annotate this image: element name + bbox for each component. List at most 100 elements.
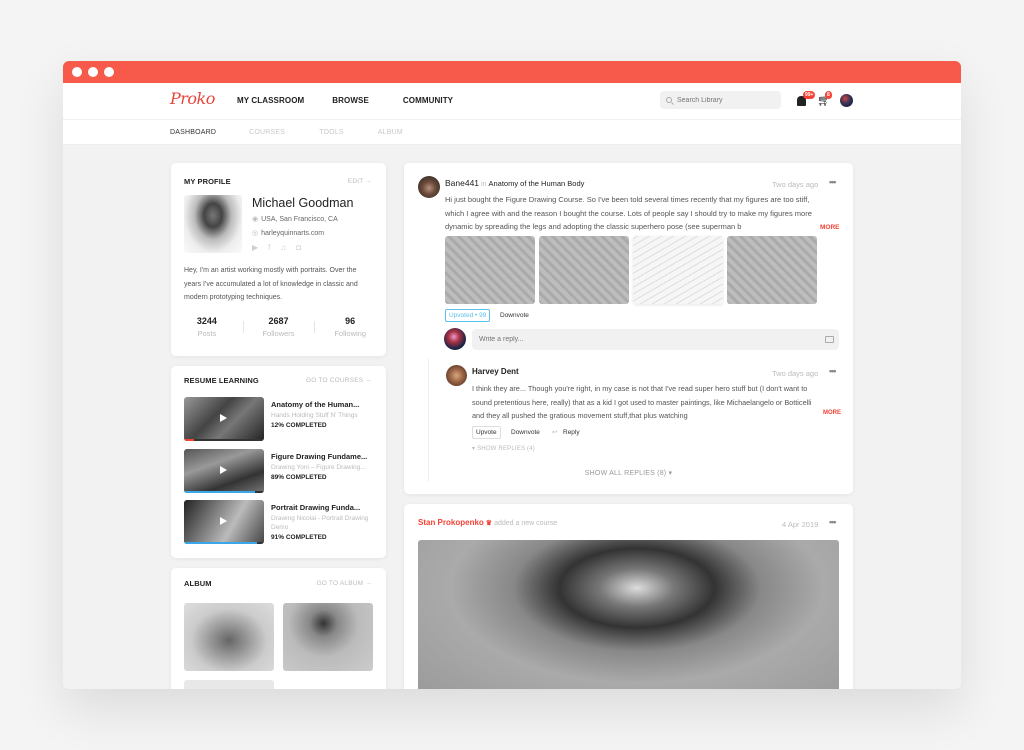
tab-tools[interactable]: TOOLS — [319, 129, 344, 136]
post-time: Two days ago — [772, 180, 819, 189]
tab-courses[interactable]: COURSES — [249, 129, 285, 136]
comment-time: Two days ago — [772, 369, 819, 378]
resume-learning-card: RESUME LEARNING GO TO COURSES → Anatomy … — [171, 366, 386, 558]
post-header: Stan Prokopenko ♛ added a new course — [418, 518, 557, 527]
course-item[interactable]: Portrait Drawing Funda... Drawing Nicola… — [184, 500, 374, 544]
comment-more-link[interactable]: MORE — [823, 410, 841, 416]
post-author[interactable]: Stan Prokopenko — [418, 518, 484, 527]
course-lesson: Drawing Nicolai - Portrait Drawing Demo — [271, 515, 369, 531]
profile-stats: 3244 Posts 2687 Followers 96 Following — [171, 316, 386, 338]
comment-author[interactable]: Harvey Dent — [472, 367, 519, 376]
album-title: ALBUM — [184, 579, 212, 588]
stat-label: Followers — [262, 329, 295, 338]
course-title[interactable]: Figure Drawing Fundame... — [271, 452, 367, 461]
stat-followers[interactable]: 2687 Followers — [242, 316, 315, 338]
user-avatar[interactable] — [840, 94, 853, 107]
stat-value: 2687 — [268, 316, 289, 326]
nav-community[interactable]: COMMUNITY — [403, 96, 453, 105]
progress-track — [184, 439, 264, 441]
tab-dashboard[interactable]: DASHBOARD — [170, 129, 216, 136]
upvoted-button[interactable]: Upvoted • 99 — [445, 309, 491, 322]
instagram-icon[interactable]: ◘ — [296, 243, 301, 252]
play-icon — [220, 517, 227, 525]
play-icon — [220, 466, 227, 474]
profile-bio: Hey, I'm an artist working mostly with p… — [184, 267, 358, 301]
show-all-replies-button[interactable]: SHOW ALL REPLIES (8) ▾ — [404, 469, 853, 477]
course-thumbnail[interactable] — [184, 449, 264, 493]
facebook-icon[interactable]: f — [268, 243, 270, 252]
stat-posts[interactable]: 3244 Posts — [171, 316, 243, 338]
post-course-link[interactable]: Anatomy of the Human Body — [489, 179, 585, 188]
post-author-avatar[interactable] — [418, 176, 440, 198]
post-header: Bane441 in Anatomy of the Human Body — [445, 178, 584, 188]
post-image[interactable] — [445, 236, 535, 304]
twitter-icon[interactable]: ♫ — [280, 243, 286, 252]
course-progress: 91% COMPLETED — [271, 534, 327, 541]
search-input[interactable] — [677, 96, 767, 104]
current-user-avatar — [444, 328, 466, 350]
post-text: Hi just bought the Figure Drawing Course… — [445, 195, 812, 231]
window-minimize-button[interactable] — [88, 67, 98, 77]
progress-fill — [184, 439, 194, 441]
post-author[interactable]: Bane441 — [445, 178, 479, 188]
tab-album[interactable]: ALBUM — [378, 129, 403, 136]
logo[interactable]: Proko — [170, 89, 215, 108]
play-icon — [220, 414, 227, 422]
reply-input[interactable] — [472, 329, 839, 350]
album-image[interactable] — [184, 603, 274, 671]
course-item[interactable]: Figure Drawing Fundame... Drawing Yoni –… — [184, 449, 374, 493]
post-image[interactable] — [727, 236, 817, 304]
profile-location: ◉ USA, San Francisco, CA — [252, 215, 338, 223]
course-thumbnail[interactable] — [184, 397, 264, 441]
show-replies-toggle[interactable]: ▾ SHOW REPLIES (4) — [472, 445, 535, 452]
course-lesson: Drawing Yoni – Figure Drawing... — [271, 464, 366, 471]
go-to-courses-link[interactable]: GO TO COURSES → — [306, 377, 372, 384]
crown-icon: ♛ — [485, 520, 493, 527]
globe-icon: ◎ — [252, 230, 259, 237]
cart-badge: 8 — [825, 91, 832, 99]
more-options-icon[interactable]: ••• — [829, 517, 837, 527]
window-maximize-button[interactable] — [104, 67, 114, 77]
location-text: USA, San Francisco, CA — [261, 216, 338, 223]
stat-following[interactable]: 96 Following — [314, 316, 386, 338]
album-image[interactable] — [283, 680, 373, 689]
post-image[interactable] — [539, 236, 629, 304]
nav-my-classroom[interactable]: MY CLASSROOM — [237, 96, 304, 105]
album-card: ALBUM GO TO ALBUM → — [171, 568, 386, 689]
course-item[interactable]: Anatomy of the Human... Hands Holding St… — [184, 397, 374, 441]
in-label: in — [481, 181, 487, 188]
feed-post: Stan Prokopenko ♛ added a new course 4 Apr… — [404, 504, 853, 689]
course-thumbnail[interactable] — [184, 500, 264, 544]
course-progress: 12% COMPLETED — [271, 422, 327, 429]
window-close-button[interactable] — [72, 67, 82, 77]
reply-icon: ↩ — [552, 429, 558, 436]
album-image[interactable] — [184, 680, 274, 689]
profile-website[interactable]: ◎ harleyquinnarts.com — [252, 229, 324, 237]
top-nav: Proko MY CLASSROOM BROWSE COMMUNITY 99+ … — [63, 83, 961, 120]
social-links: ▶ f ♫ ◘ — [252, 243, 301, 252]
course-cover-image[interactable] — [418, 540, 839, 689]
comment-options-icon[interactable]: ••• — [829, 366, 837, 376]
course-title[interactable]: Portrait Drawing Funda... — [271, 503, 360, 512]
post-more-link[interactable]: MORE — [820, 224, 840, 231]
youtube-icon[interactable]: ▶ — [252, 243, 258, 252]
search-box[interactable] — [660, 91, 781, 109]
downvote-button[interactable]: Downvote — [500, 312, 529, 319]
go-to-album-link[interactable]: GO TO ALBUM → — [317, 580, 372, 587]
progress-fill — [184, 542, 257, 544]
post-time: 4 Apr 2019 — [782, 520, 819, 529]
comment-downvote-button[interactable]: Downvote — [511, 429, 540, 436]
more-options-icon[interactable]: ••• — [829, 177, 837, 187]
comment-upvote-button[interactable]: Upvote — [472, 426, 501, 439]
post-image[interactable] — [633, 236, 723, 304]
location-pin-icon: ◉ — [252, 216, 259, 223]
comment-author-avatar[interactable] — [446, 365, 467, 386]
website-text[interactable]: harleyquinnarts.com — [261, 230, 324, 237]
course-title[interactable]: Anatomy of the Human... — [271, 400, 359, 409]
nav-browse[interactable]: BROWSE — [332, 96, 369, 105]
attach-image-icon[interactable] — [825, 336, 834, 343]
title-bar — [63, 61, 961, 83]
edit-profile-link[interactable]: EDIT → — [348, 178, 372, 185]
album-image[interactable] — [283, 603, 373, 671]
comment-reply-button[interactable]: Reply — [563, 429, 580, 436]
